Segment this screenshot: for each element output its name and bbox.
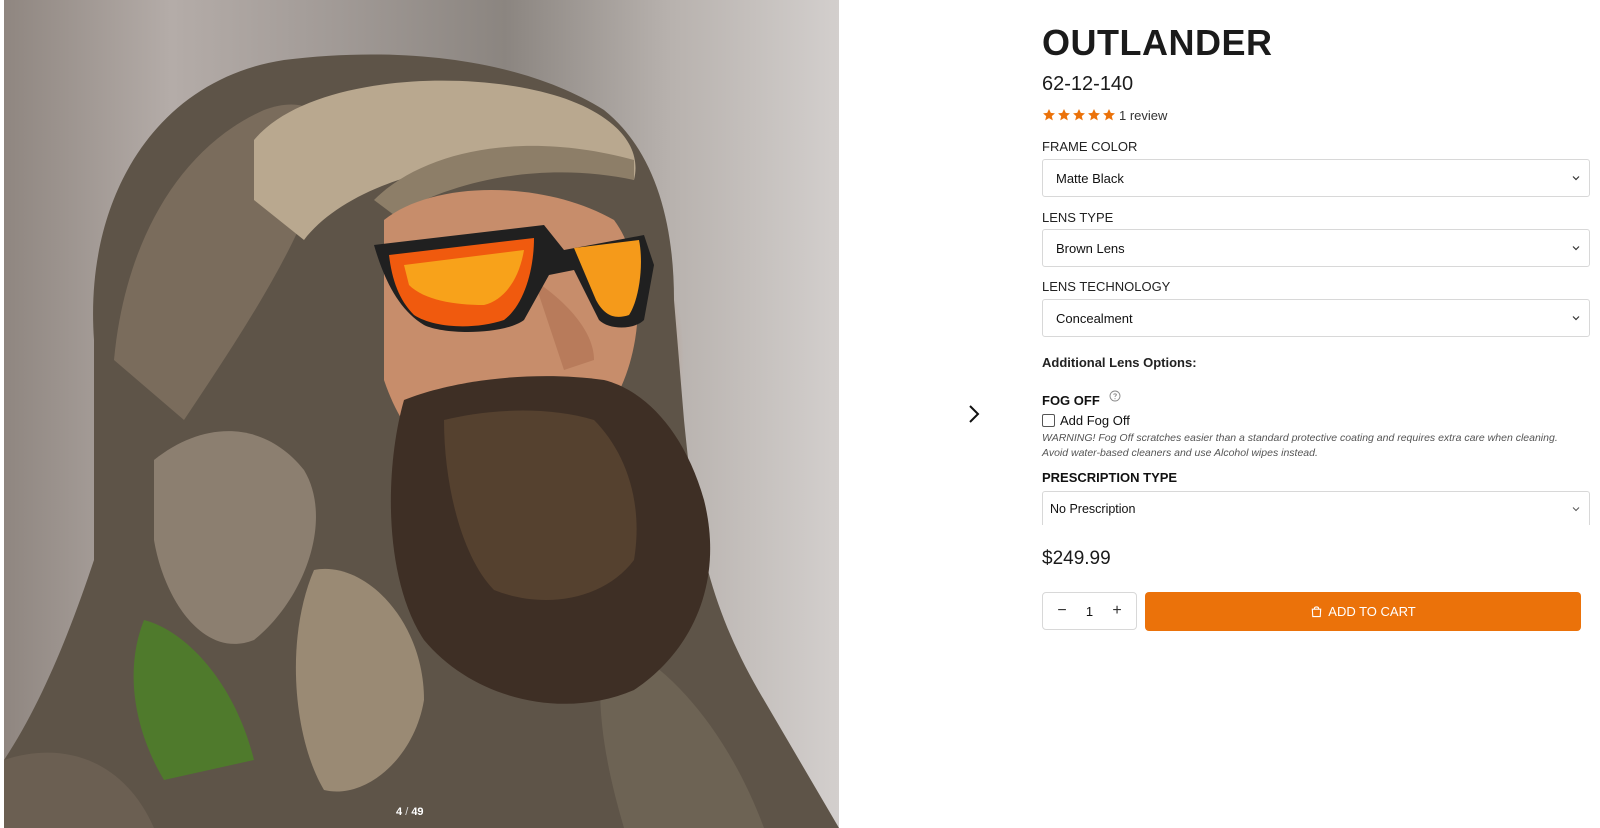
help-circle-icon[interactable] — [1109, 390, 1121, 402]
product-title: OUTLANDER — [1042, 22, 1273, 63]
frame-color-select[interactable]: Matte Black — [1042, 159, 1590, 197]
prescription-type-select[interactable]: No Prescription — [1042, 491, 1590, 525]
image-counter-current: 4 — [396, 806, 403, 818]
lens-type-select[interactable]: Brown Lens — [1042, 229, 1590, 267]
fog-off-checkbox-label[interactable]: Add Fog Off — [1060, 413, 1130, 428]
quantity-increase-button[interactable]: + — [1110, 602, 1124, 620]
chevron-right-icon — [969, 405, 980, 423]
product-size: 62-12-140 — [1042, 73, 1134, 95]
chevron-down-icon — [1572, 316, 1580, 321]
fog-off-checkbox[interactable] — [1042, 414, 1055, 427]
add-to-cart-label[interactable]: ADD TO CART — [1328, 604, 1415, 619]
quantity-decrease-button[interactable]: − — [1055, 602, 1069, 620]
quantity-value[interactable]: 1 — [1086, 604, 1093, 619]
prescription-type-value: No Prescription — [1050, 501, 1136, 516]
lens-technology-select[interactable]: Concealment — [1042, 299, 1590, 337]
image-counter-total: 49 — [411, 806, 424, 818]
additional-options-heading: Additional Lens Options: — [1042, 355, 1197, 370]
product-rating[interactable]: 1 review — [1042, 107, 1167, 123]
prescription-type-label: PRESCRIPTION TYPE — [1042, 470, 1178, 485]
lens-technology-value: Concealment — [1056, 310, 1133, 326]
product-photo — [4, 54, 839, 828]
shopping-bag-icon — [1312, 606, 1322, 618]
lens-type-label: LENS TYPE — [1042, 210, 1114, 225]
fog-off-warning: WARNING! Fog Off scratches easier than a… — [1042, 432, 1558, 459]
next-image-button[interactable] — [964, 400, 984, 428]
image-counter: 4 / 49 — [396, 806, 424, 818]
fog-off-label: FOG OFF — [1042, 393, 1100, 408]
chevron-down-icon — [1572, 176, 1580, 181]
fog-off-option[interactable]: Add Fog Off — [1042, 413, 1130, 428]
star-icon — [1088, 109, 1100, 121]
image-counter-separator: / — [405, 806, 409, 818]
star-icon — [1103, 109, 1115, 121]
star-icon — [1073, 109, 1085, 121]
lens-technology-label: LENS TECHNOLOGY — [1042, 279, 1171, 294]
lens-type-value: Brown Lens — [1056, 240, 1125, 256]
review-count-link[interactable]: 1 review — [1119, 108, 1167, 123]
frame-color-value: Matte Black — [1056, 170, 1124, 186]
frame-color-label: FRAME COLOR — [1042, 139, 1138, 154]
chevron-down-icon — [1572, 246, 1580, 251]
star-icon — [1043, 109, 1055, 121]
product-price: $249.99 — [1042, 548, 1111, 569]
chevron-down-icon — [1572, 507, 1580, 512]
star-icon — [1058, 109, 1070, 121]
add-to-cart-button[interactable]: ADD TO CART — [1145, 592, 1581, 631]
product-image-gallery[interactable]: 4 / 49 — [4, 0, 839, 828]
quantity-stepper: − 1 + — [1042, 592, 1137, 630]
